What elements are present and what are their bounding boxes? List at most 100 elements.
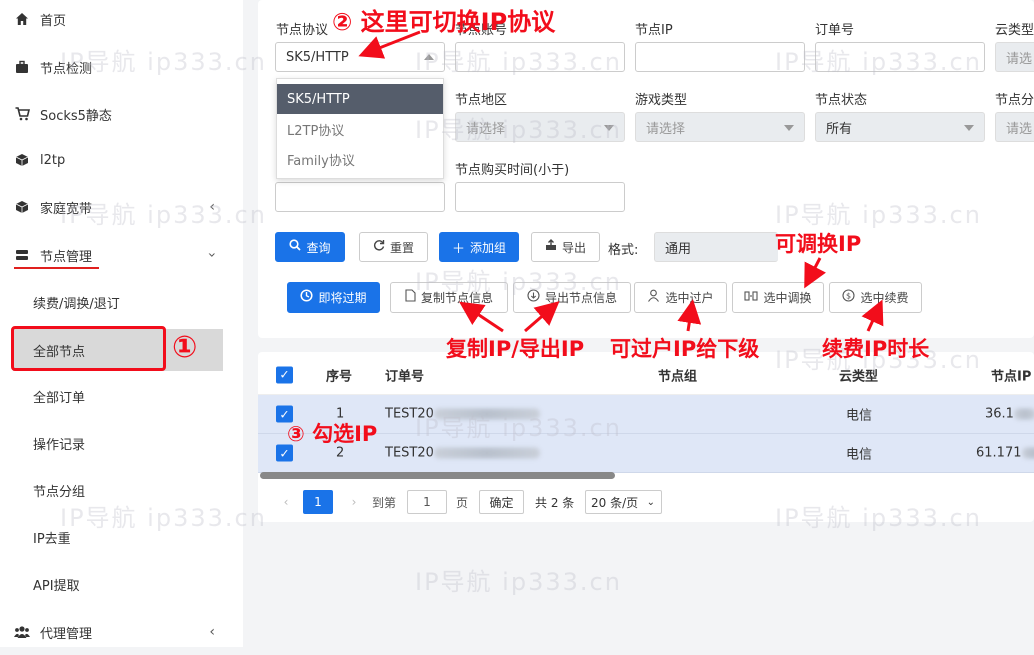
page-size-select[interactable]: 20 条/页 ⌄ — [585, 490, 662, 514]
export-button[interactable]: 导出 — [531, 232, 600, 262]
cart-icon — [14, 106, 30, 122]
horizontal-scrollbar[interactable] — [260, 472, 615, 479]
annotation-swap: 可调换IP — [775, 228, 861, 258]
sidebar-subitem-node-group[interactable]: 节点分组 — [0, 467, 243, 513]
buytime-input[interactable] — [455, 182, 625, 212]
watermark: IP导航 ip333.cn — [415, 562, 622, 597]
sidebar-subitem-operation-log[interactable]: 操作记录 — [0, 420, 243, 466]
group-label: 节点分 — [995, 89, 1034, 108]
status-label: 节点状态 — [815, 89, 867, 108]
annotation-step1: ① — [172, 330, 197, 365]
query-button-label: 查询 — [306, 239, 330, 256]
protocol-select-value: SK5/HTTP — [286, 50, 349, 65]
next-page-icon[interactable]: › — [346, 490, 362, 514]
region-label: 节点地区 — [455, 89, 507, 108]
sidebar-item-label: 节点管理 — [40, 246, 92, 265]
sidebar-item-node-management[interactable]: 节点管理 ‹ — [0, 232, 243, 278]
reset-button-label: 重置 — [390, 239, 414, 256]
redacted-text — [434, 409, 540, 420]
export-info-button[interactable]: 导出节点信息 — [513, 282, 631, 313]
order-input[interactable] — [815, 42, 985, 72]
protocol-option[interactable]: Family协议 — [277, 144, 443, 174]
ip-label: 节点IP — [635, 19, 673, 38]
export-icon — [545, 239, 557, 255]
annotation-step2: ② 这里可切换IP协议 — [332, 2, 555, 37]
select-all-checkbox[interactable]: ✓ — [276, 366, 293, 383]
protocol-select[interactable]: SK5/HTTP — [275, 42, 445, 72]
swap-button[interactable]: 选中调换 — [732, 282, 824, 313]
extra-input[interactable] — [275, 182, 445, 212]
column-header-ip: 节点IP — [991, 365, 1031, 384]
format-select-value: 通用 — [665, 238, 691, 257]
chevron-down-icon: ⌄ — [647, 497, 655, 508]
refresh-icon — [373, 239, 385, 255]
sidebar-subitem-renew[interactable]: 续费/调换/退订 — [0, 279, 243, 325]
goto-label: 到第 — [372, 490, 396, 514]
dollar-circle-icon: $ — [842, 289, 855, 306]
caret-down-icon — [604, 125, 614, 131]
game-label: 游戏类型 — [635, 89, 687, 108]
caret-up-icon — [424, 54, 434, 60]
protocol-option[interactable]: SK5/HTTP — [277, 84, 443, 114]
transfer-button[interactable]: 选中过户 — [634, 282, 727, 313]
row-order: TEST20 — [385, 407, 540, 422]
goto-page-input[interactable]: 1 — [407, 490, 447, 514]
sidebar-item-home-broadband[interactable]: 家庭宽带 ‹ — [0, 184, 243, 230]
chevron-left-icon: ‹ — [209, 624, 215, 640]
sidebar-subitem-ip-dedupe[interactable]: IP去重 — [0, 514, 243, 560]
prev-page-icon[interactable]: ‹ — [278, 490, 294, 514]
column-header-index: 序号 — [326, 365, 352, 384]
group-select-placeholder: 请选 — [1006, 118, 1032, 137]
sidebar-item-label: 首页 — [40, 10, 66, 29]
chevron-down-icon: ‹ — [204, 252, 220, 258]
sidebar-item-socks5[interactable]: Socks5静态 — [0, 91, 243, 137]
protocol-label: 节点协议 — [276, 19, 328, 38]
group-select[interactable]: 请选 — [995, 112, 1034, 142]
sidebar-item-home[interactable]: 首页 — [0, 0, 243, 42]
copy-info-button[interactable]: 复制节点信息 — [390, 282, 508, 313]
ip-input[interactable] — [635, 42, 805, 72]
row-cloud: 电信 — [846, 444, 872, 463]
protocol-dropdown-menu: SK5/HTTP L2TP协议 Family协议 — [276, 78, 444, 179]
annotation-renew: 续费IP时长 — [822, 333, 929, 363]
query-button[interactable]: 查询 — [275, 232, 345, 262]
pagination: ‹ 1 › 到第 1 页 确定 共 2 条 20 条/页⌄ — [258, 482, 1034, 522]
sidebar-item-node-check[interactable]: 节点检测 — [0, 44, 243, 90]
row-ip: 36.1 — [985, 407, 1034, 422]
export-info-button-label: 导出节点信息 — [545, 289, 617, 306]
cloud-select[interactable]: 请选 — [995, 42, 1034, 72]
add-group-button[interactable]: ＋添加组 — [439, 232, 519, 262]
users-icon — [14, 624, 30, 640]
buytime-label: 节点购买时间(小于) — [455, 159, 569, 178]
sidebar-subitem-all-orders[interactable]: 全部订单 — [0, 373, 243, 419]
cloud-select-placeholder: 请选 — [1006, 48, 1032, 67]
row-order: TEST20 — [385, 446, 540, 461]
server-icon — [14, 247, 30, 263]
region-select[interactable]: 请选择 — [455, 112, 625, 142]
caret-down-icon — [964, 125, 974, 131]
page-size-value: 20 条/页 — [591, 494, 638, 511]
region-select-placeholder: 请选择 — [466, 118, 505, 137]
sidebar-subitem-api[interactable]: API提取 — [0, 561, 243, 607]
reset-button[interactable]: 重置 — [359, 232, 428, 262]
search-icon — [289, 239, 301, 255]
sidebar-item-label: 节点检测 — [40, 58, 92, 77]
account-input[interactable] — [455, 42, 625, 72]
sidebar-subitem-label: 节点分组 — [33, 481, 85, 500]
redacted-text — [434, 448, 540, 459]
sidebar-item-proxy-management[interactable]: 代理管理 ‹ — [0, 609, 243, 655]
total-count: 共 2 条 — [535, 490, 574, 514]
sidebar-item-l2tp[interactable]: l2tp — [0, 137, 243, 183]
download-circle-icon — [527, 289, 540, 306]
status-select[interactable]: 所有 — [815, 112, 985, 142]
sidebar-subitem-label: IP去重 — [33, 528, 71, 547]
format-select[interactable]: 通用 — [654, 232, 778, 262]
current-page[interactable]: 1 — [303, 490, 333, 514]
document-icon — [405, 289, 416, 306]
goto-confirm-button[interactable]: 确定 — [479, 490, 524, 514]
protocol-option[interactable]: L2TP协议 — [277, 114, 443, 144]
expiring-button[interactable]: 即将过期 — [287, 282, 380, 313]
sidebar-subitem-label: 全部订单 — [33, 387, 85, 406]
renew-button[interactable]: $ 选中续费 — [829, 282, 922, 313]
game-select[interactable]: 请选择 — [635, 112, 805, 142]
